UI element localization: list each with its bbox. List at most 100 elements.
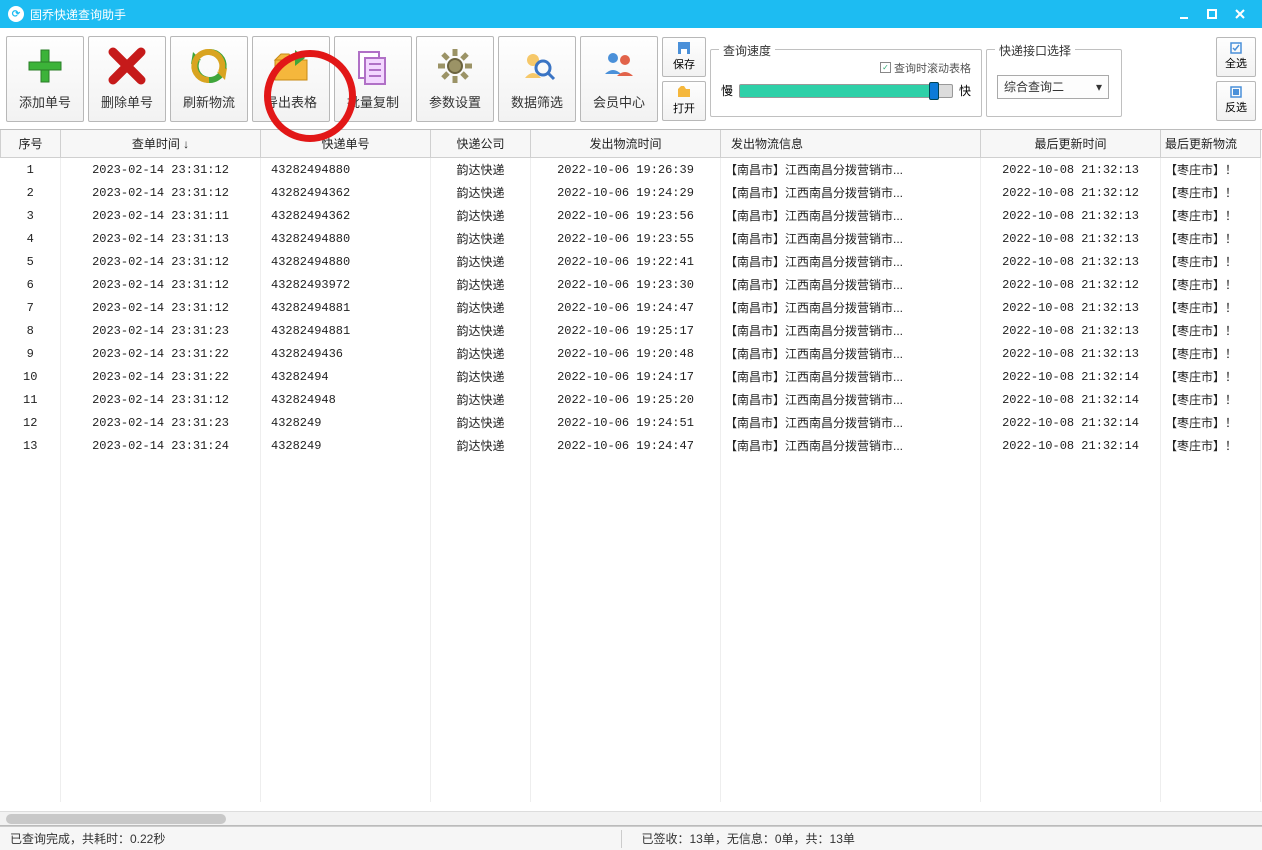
interface-select[interactable]: 综合查询二 ▾ xyxy=(997,75,1109,99)
table-row[interactable]: 132023-02-14 23:31:244328249韵达快递2022-10-… xyxy=(1,434,1261,457)
table-row[interactable] xyxy=(1,480,1261,503)
member-button[interactable]: 会员中心 xyxy=(580,36,658,122)
maximize-button[interactable] xyxy=(1198,3,1226,25)
filter-button[interactable]: 数据筛选 xyxy=(498,36,576,122)
export-button[interactable]: 导出表格 xyxy=(252,36,330,122)
cell xyxy=(431,503,531,526)
plus-icon xyxy=(25,46,65,86)
delete-order-button[interactable]: 删除单号 xyxy=(88,36,166,122)
horizontal-scrollbar[interactable] xyxy=(0,811,1262,825)
table-row[interactable] xyxy=(1,733,1261,756)
cell: 2022-10-08 21:32:14 xyxy=(981,411,1161,434)
col-send[interactable]: 发出物流时间 xyxy=(531,130,721,158)
scroll-checkbox[interactable]: ✓ 查询时滚动表格 xyxy=(880,60,971,76)
cell xyxy=(981,756,1161,779)
cell: 韵达快递 xyxy=(431,181,531,204)
col-upd[interactable]: 最后更新时间 xyxy=(981,130,1161,158)
cell xyxy=(981,526,1161,549)
cell: 【枣庄市】！ xyxy=(1161,227,1261,250)
cell: 【枣庄市】！ xyxy=(1161,434,1261,457)
open-icon xyxy=(677,85,691,99)
table-row[interactable]: 82023-02-14 23:31:2343282494881韵达快递2022-… xyxy=(1,319,1261,342)
close-button[interactable] xyxy=(1226,3,1254,25)
slider-thumb[interactable] xyxy=(929,82,939,100)
speed-slider[interactable] xyxy=(739,84,953,98)
cell: 43282493972 xyxy=(261,273,431,296)
refresh-button[interactable]: 刷新物流 xyxy=(170,36,248,122)
cell: 11 xyxy=(1,388,61,411)
cell: 【枣庄市】！ xyxy=(1161,388,1261,411)
save-button[interactable]: 保存 xyxy=(662,37,706,77)
table-row[interactable]: 102023-02-14 23:31:2243282494韵达快递2022-10… xyxy=(1,365,1261,388)
cell: 【枣庄市】！ xyxy=(1161,250,1261,273)
table-row[interactable] xyxy=(1,618,1261,641)
open-label: 打开 xyxy=(673,100,695,116)
invert-icon xyxy=(1230,86,1242,98)
scroll-thumb[interactable] xyxy=(6,814,226,824)
cell xyxy=(531,526,721,549)
add-order-button[interactable]: 添加单号 xyxy=(6,36,84,122)
cell xyxy=(1161,526,1261,549)
cell xyxy=(531,480,721,503)
cell xyxy=(531,687,721,710)
invert-select-button[interactable]: 反选 xyxy=(1216,81,1256,121)
table-row[interactable]: 42023-02-14 23:31:1343282494880韵达快递2022-… xyxy=(1,227,1261,250)
table-row[interactable]: 22023-02-14 23:31:1243282494362韵达快递2022-… xyxy=(1,181,1261,204)
cell xyxy=(61,710,261,733)
col-order[interactable]: 快递单号 xyxy=(261,130,431,158)
table-row[interactable] xyxy=(1,641,1261,664)
cell xyxy=(981,572,1161,595)
params-button[interactable]: 参数设置 xyxy=(416,36,494,122)
refresh-icon xyxy=(189,46,229,86)
cell xyxy=(431,618,531,641)
table-row[interactable] xyxy=(1,664,1261,687)
table-row[interactable]: 52023-02-14 23:31:1243282494880韵达快递2022-… xyxy=(1,250,1261,273)
cell: 韵达快递 xyxy=(431,319,531,342)
toolbar: 添加单号 删除单号 刷新物流 导出表格 批量复制 参数设置 数据 xyxy=(0,28,1262,130)
col-seq[interactable]: 序号 xyxy=(1,130,61,158)
check-icon: ✓ xyxy=(880,62,891,73)
table-row[interactable]: 72023-02-14 23:31:1243282494881韵达快递2022-… xyxy=(1,296,1261,319)
batch-copy-button[interactable]: 批量复制 xyxy=(334,36,412,122)
fast-label: 快 xyxy=(959,82,971,99)
table-row[interactable] xyxy=(1,779,1261,802)
col-time[interactable]: 查单时间 ↓ xyxy=(61,130,261,158)
col-last[interactable]: 最后更新物流 xyxy=(1161,130,1261,158)
table-row[interactable] xyxy=(1,595,1261,618)
select-all-button[interactable]: 全选 xyxy=(1216,37,1256,77)
col-comp[interactable]: 快递公司 xyxy=(431,130,531,158)
table-row[interactable]: 92023-02-14 23:31:224328249436韵达快递2022-1… xyxy=(1,342,1261,365)
table-row[interactable]: 122023-02-14 23:31:234328249韵达快递2022-10-… xyxy=(1,411,1261,434)
table-row[interactable] xyxy=(1,687,1261,710)
cell: 【南昌市】江西南昌分拨营销市... xyxy=(721,227,981,250)
table-row[interactable] xyxy=(1,526,1261,549)
cell xyxy=(1161,503,1261,526)
table-row[interactable] xyxy=(1,503,1261,526)
cell xyxy=(1,595,61,618)
table-row[interactable]: 62023-02-14 23:31:1243282493972韵达快递2022-… xyxy=(1,273,1261,296)
table-row[interactable] xyxy=(1,710,1261,733)
table-row[interactable] xyxy=(1,756,1261,779)
cell: 8 xyxy=(1,319,61,342)
cell: 2022-10-06 19:24:17 xyxy=(531,365,721,388)
table-row[interactable]: 32023-02-14 23:31:1143282494362韵达快递2022-… xyxy=(1,204,1261,227)
cell xyxy=(981,641,1161,664)
table-row[interactable]: 12023-02-14 23:31:1243282494880韵达快递2022-… xyxy=(1,158,1261,182)
table-row[interactable] xyxy=(1,572,1261,595)
cell: 13 xyxy=(1,434,61,457)
cell xyxy=(1161,618,1261,641)
cell xyxy=(531,664,721,687)
table-row[interactable] xyxy=(1,549,1261,572)
cell xyxy=(721,710,981,733)
table-row[interactable] xyxy=(1,457,1261,480)
cell: 【南昌市】江西南昌分拨营销市... xyxy=(721,365,981,388)
cell: 【枣庄市】！ xyxy=(1161,181,1261,204)
table-row[interactable]: 112023-02-14 23:31:12432824948韵达快递2022-1… xyxy=(1,388,1261,411)
open-button[interactable]: 打开 xyxy=(662,81,706,121)
col-info[interactable]: 发出物流信息 xyxy=(721,130,981,158)
minimize-button[interactable] xyxy=(1170,3,1198,25)
cell xyxy=(1161,549,1261,572)
cell: 韵达快递 xyxy=(431,296,531,319)
params-label: 参数设置 xyxy=(429,92,481,111)
select-all-icon xyxy=(1230,42,1242,54)
